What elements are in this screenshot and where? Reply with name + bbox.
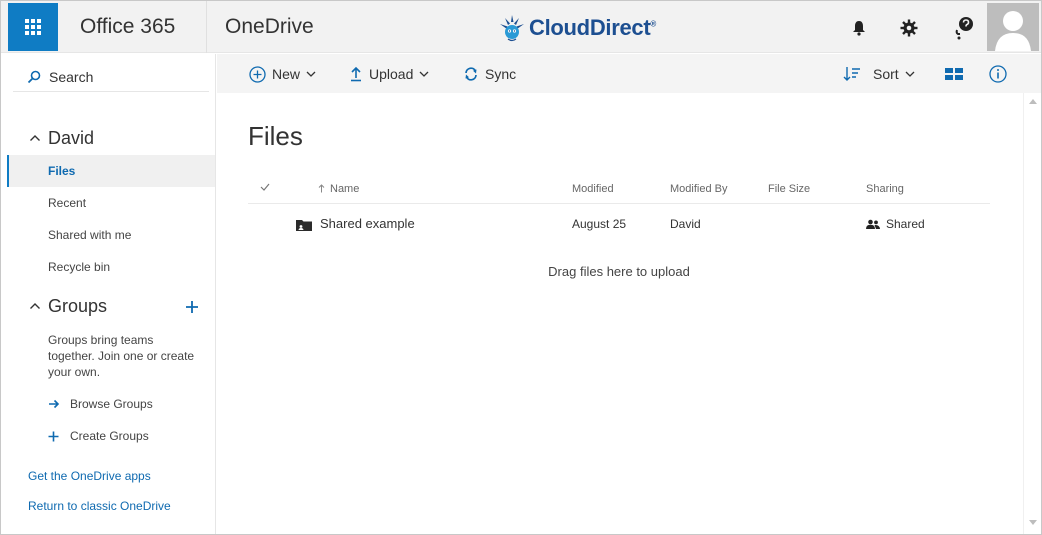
page-title: Files <box>248 121 303 151</box>
view-switcher-button[interactable] <box>945 64 963 84</box>
gear-icon <box>900 19 918 37</box>
column-header-modified-by[interactable]: Modified By <box>670 183 727 195</box>
modified-by: David <box>670 217 701 231</box>
new-button[interactable]: New <box>249 64 316 84</box>
nav-item-label: Recycle bin <box>48 260 111 274</box>
info-pane-button[interactable] <box>989 64 1007 84</box>
chevron-down-icon <box>905 71 915 77</box>
cloud-direct-logo: CloudDirect® <box>499 11 656 45</box>
command-bar: New Upload Sync Sort <box>217 54 1041 93</box>
drag-upload-hint: Drag files here to upload <box>548 264 690 279</box>
help-icon <box>955 17 973 40</box>
onedrive-window: Office 365 OneDrive CloudDirect® Search … <box>0 0 1042 535</box>
browse-groups-label: Browse Groups <box>70 397 153 411</box>
sort-icon <box>843 66 861 82</box>
left-navigation: Search David Files Recent Shared with me… <box>1 54 216 534</box>
sync-label: Sync <box>485 66 517 82</box>
office365-link[interactable]: Office 365 <box>80 15 175 39</box>
user-section-header[interactable]: David <box>1 123 216 153</box>
scroll-up-arrow-icon[interactable] <box>1029 99 1037 104</box>
select-all-checkmark-icon[interactable] <box>260 183 270 191</box>
app-title[interactable]: OneDrive <box>225 15 314 39</box>
avatar[interactable] <box>987 3 1039 51</box>
column-header-name-label: Name <box>330 183 360 195</box>
column-header-modified[interactable]: Modified <box>572 183 614 195</box>
get-onedrive-apps-link[interactable]: Get the OneDrive apps <box>28 469 151 483</box>
plus-icon <box>48 431 62 442</box>
search-box[interactable]: Search <box>13 62 209 92</box>
info-icon <box>989 65 1007 83</box>
browse-groups-link[interactable]: Browse Groups <box>48 394 153 414</box>
nav-item-recycle-bin[interactable]: Recycle bin <box>7 251 215 283</box>
add-circle-icon <box>249 65 266 83</box>
search-icon <box>27 70 41 83</box>
nav-item-files[interactable]: Files <box>7 155 215 187</box>
table-row[interactable]: Shared example August 25 David Shared <box>248 208 990 240</box>
chevron-down-icon <box>419 71 429 77</box>
bell-icon <box>853 21 865 36</box>
sharing-status[interactable]: Shared <box>866 217 925 231</box>
upload-button[interactable]: Upload <box>349 64 429 84</box>
new-label: New <box>272 66 301 82</box>
people-icon <box>866 219 880 229</box>
app-launcher-button[interactable] <box>8 3 58 51</box>
vertical-scrollbar[interactable] <box>1023 93 1041 534</box>
suite-bar: Office 365 OneDrive CloudDirect® <box>1 1 1041 53</box>
sync-button[interactable]: Sync <box>463 64 516 84</box>
chevron-up-icon <box>30 303 40 309</box>
upload-icon <box>349 66 363 82</box>
shared-folder-icon <box>296 220 312 231</box>
waffle-icon <box>25 19 41 35</box>
nav-item-label: Shared with me <box>48 228 132 242</box>
groups-description: Groups bring teams together. Join one or… <box>48 333 195 379</box>
create-groups-label: Create Groups <box>70 429 149 443</box>
create-groups-link[interactable]: Create Groups <box>48 426 149 446</box>
chevron-down-icon <box>306 71 316 77</box>
logo-mark-icon <box>500 15 524 42</box>
column-header-file-size[interactable]: File Size <box>768 183 810 195</box>
add-group-icon[interactable] <box>185 300 199 314</box>
sharing-label: Shared <box>886 217 925 231</box>
nav-item-label: Recent <box>48 196 87 210</box>
scroll-down-arrow-icon[interactable] <box>1029 520 1037 525</box>
sync-icon <box>463 66 479 82</box>
nav-item-shared-with-me[interactable]: Shared with me <box>7 219 215 251</box>
arrow-right-icon <box>48 399 62 409</box>
groups-section-label: Groups <box>48 295 108 316</box>
column-header-name[interactable]: Name <box>318 183 359 195</box>
column-header-sharing[interactable]: Sharing <box>866 183 904 195</box>
settings-button[interactable] <box>887 7 931 49</box>
files-content-area: Files Name Modified Modified By File Siz… <box>217 93 1023 534</box>
help-button[interactable] <box>941 7 985 49</box>
user-silhouette-icon <box>995 11 1031 51</box>
sort-button[interactable]: Sort <box>843 64 915 84</box>
groups-section-header[interactable]: Groups <box>1 291 216 321</box>
notifications-button[interactable] <box>837 7 881 49</box>
upload-label: Upload <box>369 66 414 82</box>
file-name-link[interactable]: Shared example <box>320 216 415 231</box>
tiles-view-icon <box>945 68 963 80</box>
header-divider <box>248 203 990 204</box>
sort-arrow-up-icon <box>318 184 325 193</box>
nav-item-label: Files <box>48 164 76 178</box>
chevron-up-icon <box>30 135 40 141</box>
return-classic-link[interactable]: Return to classic OneDrive <box>28 499 171 513</box>
sort-label: Sort <box>873 66 899 82</box>
search-label: Search <box>49 68 94 85</box>
modified-date: August 25 <box>572 217 627 231</box>
suite-divider <box>206 1 207 53</box>
user-section-label: David <box>48 127 95 148</box>
logo-text: CloudDirect® <box>529 15 656 40</box>
nav-item-recent[interactable]: Recent <box>7 187 215 219</box>
